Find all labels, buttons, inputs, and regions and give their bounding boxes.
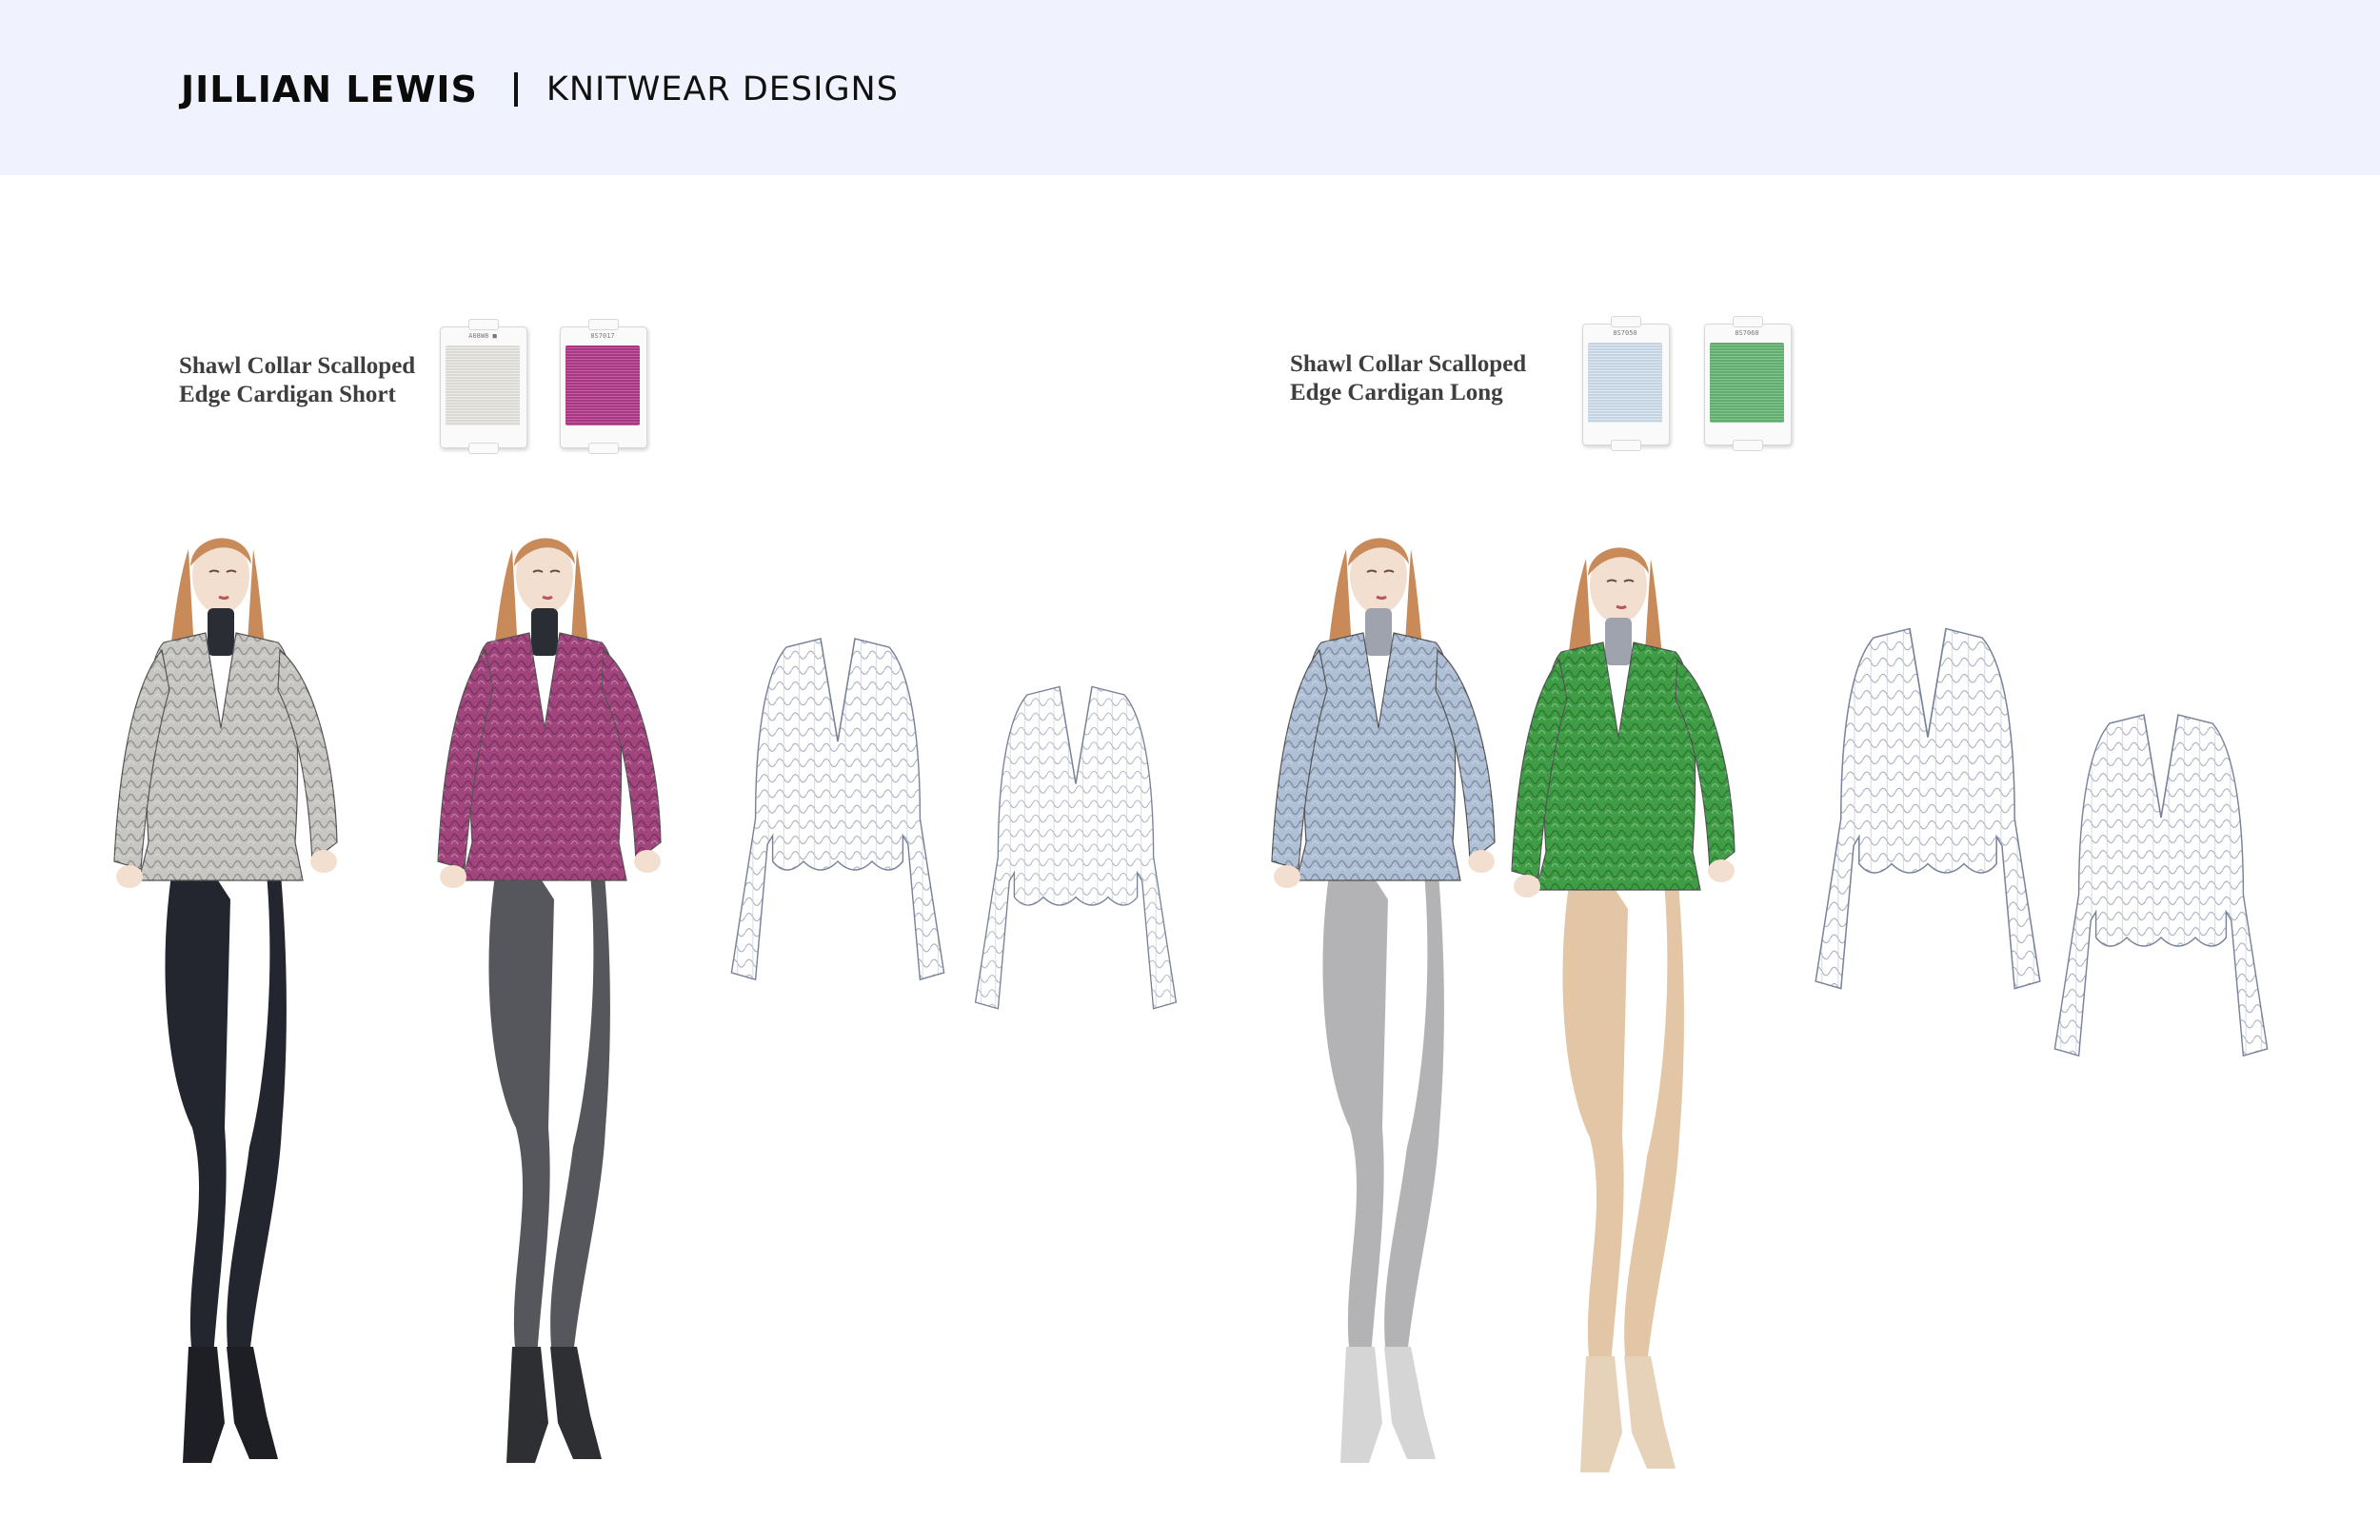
- fashion-figure-illustration: [1511, 547, 1735, 1472]
- flat-sketch-illustration: [2053, 714, 2269, 1057]
- flat-sketch-illustration: [1815, 627, 2041, 990]
- fashion-figure-illustration: [113, 538, 338, 1463]
- illustration-canvas: [113, 538, 2269, 1472]
- flat-sketch-illustration: [974, 685, 1178, 1010]
- fashion-figure-illustration: [1271, 538, 1496, 1463]
- fashion-figure-illustration: [437, 538, 662, 1463]
- flat-sketch-illustration: [730, 638, 945, 981]
